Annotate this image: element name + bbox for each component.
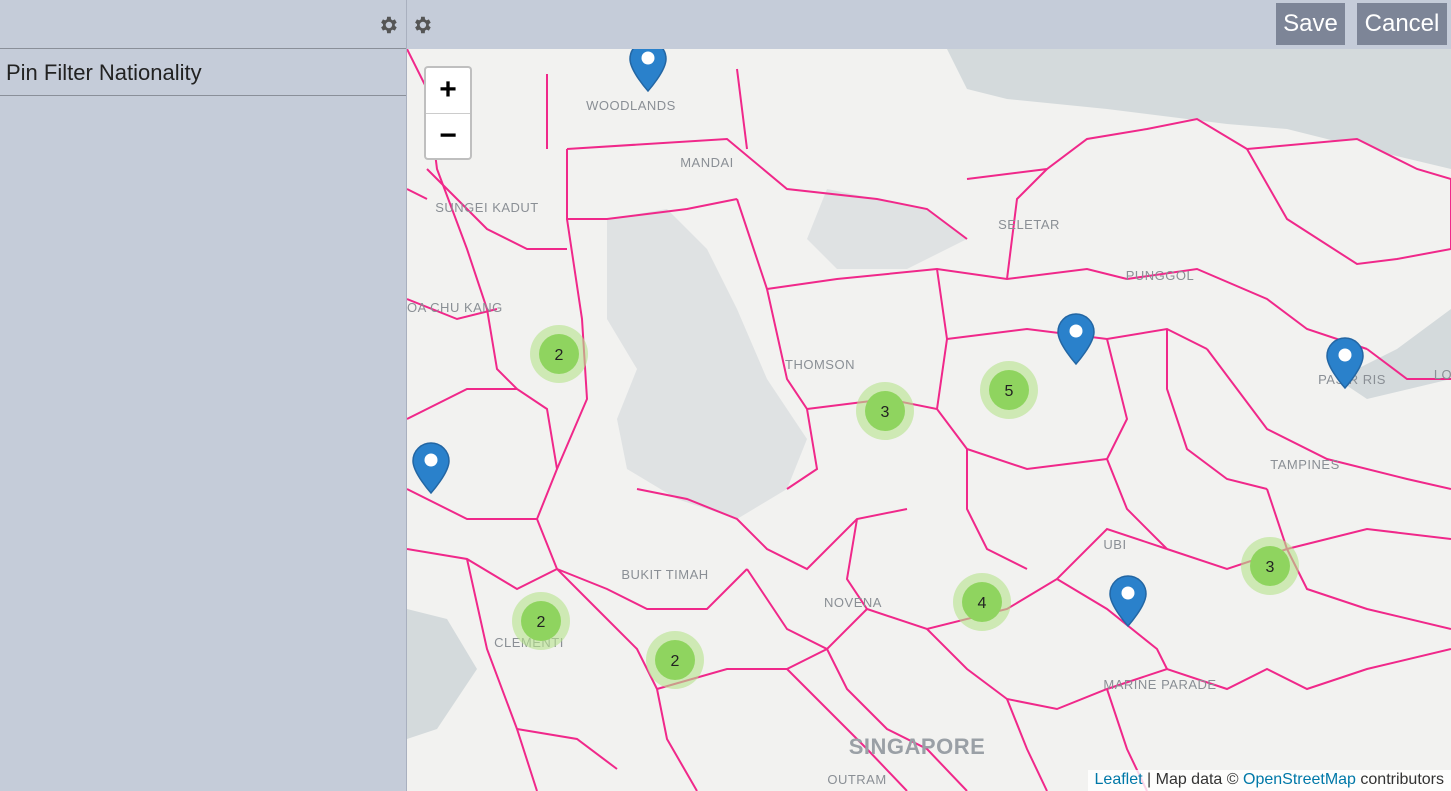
label-seletar: SELETAR — [998, 217, 1060, 232]
label-punggol: PUNGGOL — [1126, 268, 1195, 283]
svg-text:2: 2 — [537, 614, 546, 631]
label-lo: LO — [1434, 367, 1451, 382]
zoom-control: + − — [424, 66, 472, 160]
cluster-marker[interactable]: 3 — [1241, 537, 1299, 595]
map-attribution: Leaflet | Map data © OpenStreetMap contr… — [1087, 770, 1451, 791]
label-singapore: SINGAPORE — [849, 734, 986, 759]
cluster-marker[interactable]: 2 — [530, 325, 588, 383]
sidebar-item-pin-filter-nationality[interactable]: Pin Filter Nationality — [0, 49, 406, 96]
svg-text:3: 3 — [881, 404, 890, 421]
zoom-in-button[interactable]: + — [426, 68, 470, 114]
label-ubi: UBI — [1103, 537, 1126, 552]
reservoir-central — [607, 209, 807, 519]
map-pin-icon[interactable] — [1057, 313, 1095, 365]
openstreetmap-link[interactable]: OpenStreetMap — [1243, 771, 1356, 788]
label-choa-chu-kang: CHOA CHU KANG — [407, 300, 503, 315]
water-southwest — [407, 609, 477, 739]
zoom-out-button[interactable]: − — [426, 114, 470, 159]
sidebar: Pin Filter Nationality — [0, 0, 407, 791]
cluster-marker[interactable]: 5 — [980, 361, 1038, 419]
toolbar-gear-icon[interactable] — [411, 14, 433, 36]
save-button[interactable]: Save — [1276, 3, 1345, 45]
cluster-marker[interactable]: 4 — [953, 573, 1011, 631]
leaflet-link[interactable]: Leaflet — [1095, 771, 1143, 788]
svg-text:5: 5 — [1005, 383, 1014, 400]
cancel-button[interactable]: Cancel — [1357, 3, 1447, 45]
map-pin-icon[interactable] — [412, 442, 450, 494]
map-canvas[interactable]: WOODLANDS MANDAI SUNGEI KADUT SELETAR PU… — [407, 49, 1451, 791]
label-woodlands: WOODLANDS — [586, 98, 676, 113]
label-sungei-kadut: SUNGEI KADUT — [435, 200, 539, 215]
map-pin-icon[interactable] — [1109, 575, 1147, 627]
label-outram: OUTRAM — [827, 772, 886, 787]
label-marine-parade: MARINE PARADE — [1103, 677, 1216, 692]
sidebar-gear-icon[interactable] — [377, 14, 399, 36]
label-thomson: THOMSON — [785, 357, 855, 372]
svg-text:2: 2 — [555, 347, 564, 364]
attribution-suffix: contributors — [1355, 771, 1444, 788]
label-novena: NOVENA — [824, 595, 882, 610]
svg-text:3: 3 — [1266, 559, 1275, 576]
label-mandai: MANDAI — [680, 155, 734, 170]
label-tampines: TAMPINES — [1270, 457, 1340, 472]
svg-text:4: 4 — [978, 595, 987, 612]
cluster-marker[interactable]: 2 — [646, 631, 704, 689]
label-bukit-timah: BUKIT TIMAH — [621, 567, 708, 582]
map-view[interactable]: WOODLANDS MANDAI SUNGEI KADUT SELETAR PU… — [407, 49, 1451, 791]
top-toolbar: Save Cancel — [407, 0, 1451, 48]
attribution-separator: | Map data © — [1142, 771, 1243, 788]
sidebar-item-label: Pin Filter Nationality — [6, 60, 202, 85]
map-pin-icon[interactable] — [629, 49, 667, 92]
sidebar-header — [0, 0, 406, 49]
cluster-marker[interactable]: 2 — [512, 592, 570, 650]
cluster-marker[interactable]: 3 — [856, 382, 914, 440]
svg-text:2: 2 — [671, 653, 680, 670]
